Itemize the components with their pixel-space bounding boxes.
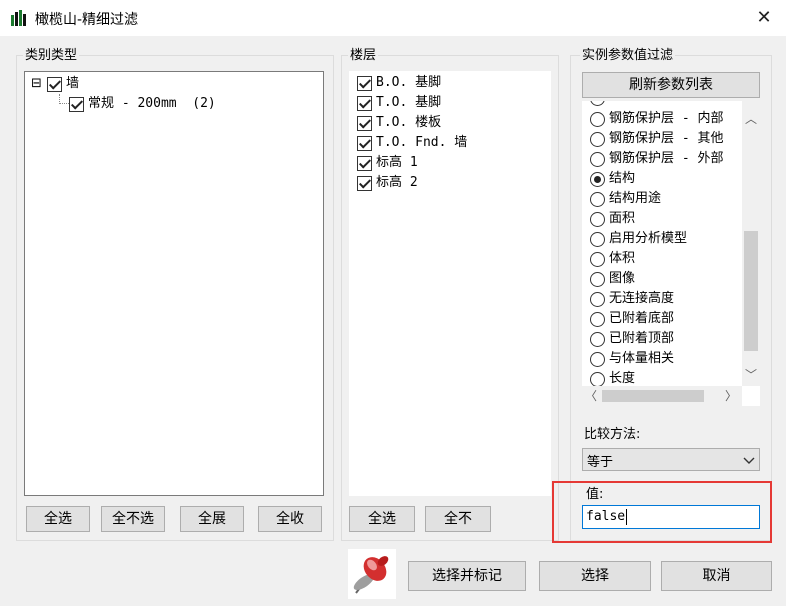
select-button[interactable]: 选择 [539, 561, 651, 591]
title-bar: 橄榄山-精细过滤 ✕ [0, 0, 786, 36]
category-collapse-all-button[interactable]: 全收 [258, 506, 322, 532]
cancel-button[interactable]: 取消 [661, 561, 772, 591]
tree-connector [59, 94, 69, 104]
radio-selected-icon[interactable] [590, 171, 605, 187]
text-caret [626, 509, 627, 525]
category-tree: ⊟ 墙 常规 - 200mm (2) [24, 71, 324, 496]
radio-icon[interactable] [590, 111, 605, 127]
param-item[interactable]: 钢筋保护层 - 内部 [590, 109, 723, 129]
floor-item[interactable]: 标高 1 [357, 153, 418, 173]
radio-icon[interactable] [590, 251, 605, 267]
radio-icon[interactable] [590, 151, 605, 167]
value-input[interactable]: false [582, 505, 760, 529]
category-group-label: 类别类型 [23, 44, 80, 63]
radio-partial-icon [590, 101, 605, 106]
param-item[interactable]: 启用分析模型 [590, 229, 687, 249]
param-item[interactable]: 图像 [590, 269, 635, 289]
radio-icon[interactable] [590, 211, 605, 227]
param-item[interactable]: 体积 [590, 249, 635, 269]
param-item[interactable]: 已附着顶部 [590, 329, 674, 349]
radio-icon[interactable] [590, 271, 605, 287]
checkbox-icon[interactable] [357, 155, 372, 171]
close-icon[interactable]: ✕ [752, 6, 776, 30]
radio-icon[interactable] [590, 351, 605, 367]
param-item[interactable]: 钢筋保护层 - 外部 [590, 149, 723, 169]
floor-item[interactable]: T.O. Fnd. 墙 [357, 133, 467, 153]
floor-item[interactable]: B.O. 基脚 [357, 73, 441, 93]
param-item[interactable]: 结构用途 [590, 189, 661, 209]
param-item[interactable]: 无连接高度 [590, 289, 674, 309]
category-select-none-button[interactable]: 全不选 [101, 506, 165, 532]
radio-icon[interactable] [590, 331, 605, 347]
param-item[interactable]: 钢筋保护层 - 其他 [590, 129, 723, 149]
refresh-params-button[interactable]: 刷新参数列表 [582, 72, 760, 98]
category-expand-all-button[interactable]: 全展 [180, 506, 244, 532]
checkbox-icon[interactable] [47, 76, 62, 92]
param-item[interactable]: 结构 [590, 169, 635, 189]
checkbox-icon[interactable] [357, 175, 372, 191]
category-select-all-button[interactable]: 全选 [26, 506, 90, 532]
checkbox-icon[interactable] [69, 96, 84, 112]
scroll-up-icon[interactable]: ︿ [742, 111, 760, 127]
params-list: 钢筋保护层 - 内部 钢筋保护层 - 其他 钢筋保护层 - 外部 结构 结构用途… [582, 101, 760, 406]
radio-icon[interactable] [590, 311, 605, 327]
compare-select-value: 等于 [587, 455, 614, 470]
select-and-mark-button[interactable]: 选择并标记 [408, 561, 526, 591]
compare-select[interactable]: 等于 [582, 448, 760, 471]
param-item[interactable]: 已附着底部 [590, 309, 674, 329]
param-item[interactable]: 与体量相关 [590, 349, 674, 369]
value-label: 值: [586, 487, 604, 502]
checkbox-icon[interactable] [357, 135, 372, 151]
checkbox-icon[interactable] [357, 75, 372, 91]
scroll-down-icon[interactable]: ﹀ [742, 367, 760, 383]
floor-item[interactable]: 标高 2 [357, 173, 418, 193]
scrollbar-thumb[interactable] [744, 231, 758, 351]
app-logo-icon [11, 10, 26, 26]
compare-label: 比较方法: [584, 427, 641, 442]
radio-icon[interactable] [590, 131, 605, 147]
scroll-left-icon[interactable]: 〈 [584, 388, 598, 404]
tree-expander-icon[interactable]: ⊟ [31, 74, 42, 94]
window-title: 橄榄山-精细过滤 [35, 12, 139, 28]
radio-icon[interactable] [590, 291, 605, 307]
tree-child-item[interactable]: 常规 - 200mm (2) [69, 94, 216, 114]
value-input-text: false [586, 509, 626, 524]
scrollbar-thumb-horizontal[interactable] [602, 390, 704, 402]
scroll-right-icon[interactable]: 〉 [724, 388, 738, 404]
floor-item[interactable]: T.O. 楼板 [357, 113, 441, 133]
floors-select-all-button[interactable]: 全选 [349, 506, 415, 532]
radio-icon[interactable] [590, 371, 605, 387]
params-group-label: 实例参数值过滤 [580, 44, 676, 63]
chevron-down-icon[interactable] [743, 456, 755, 466]
floor-item[interactable]: T.O. 基脚 [357, 93, 441, 113]
checkbox-icon[interactable] [357, 115, 372, 131]
floors-select-none-button[interactable]: 全不 [425, 506, 491, 532]
vertical-scrollbar[interactable]: ︿ ﹀ [742, 101, 760, 386]
radio-icon[interactable] [590, 191, 605, 207]
horizontal-scrollbar[interactable]: 〈 〉 [582, 386, 742, 406]
checkbox-icon[interactable] [357, 95, 372, 111]
tree-root-item[interactable]: 墙 [47, 74, 79, 94]
floors-list: B.O. 基脚 T.O. 基脚 T.O. 楼板 T.O. Fnd. 墙 标高 1… [349, 71, 551, 496]
floors-group-label: 楼层 [348, 44, 379, 63]
pushpin-icon [348, 549, 396, 599]
radio-icon[interactable] [590, 231, 605, 247]
param-item[interactable]: 面积 [590, 209, 635, 229]
